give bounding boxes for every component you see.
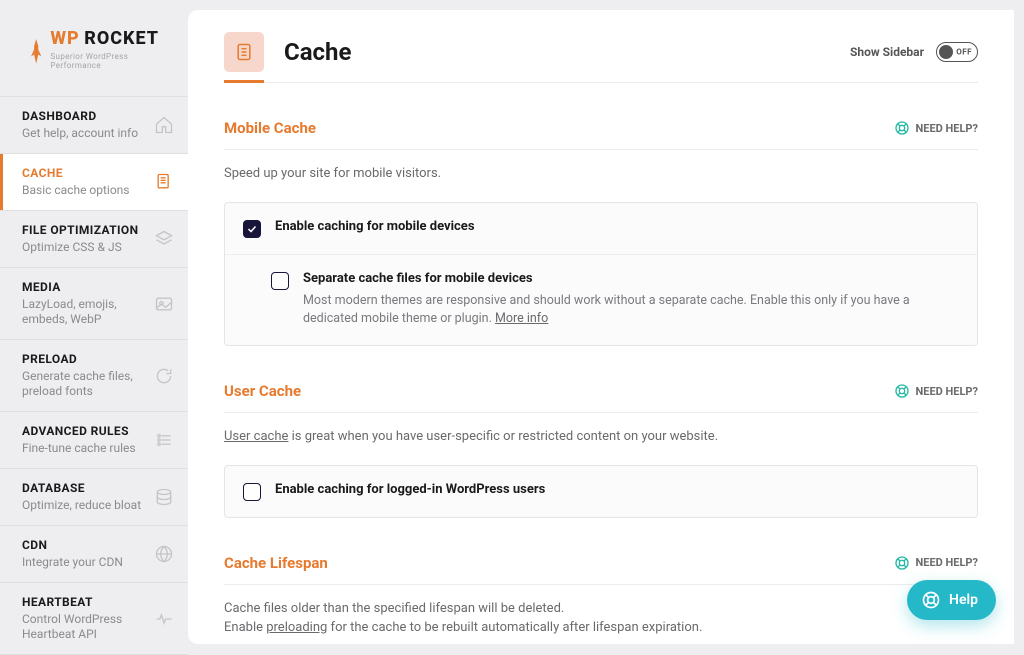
nav-sub: Optimize CSS & JS [22,240,138,255]
separate-mobile-cache-row: Separate cache files for mobile devices … [225,254,977,346]
need-help-text: NEED HELP? [916,385,979,398]
page-header: Cache Show Sidebar OFF [224,32,978,83]
nav-sub: Basic cache options [22,183,130,198]
lifebuoy-icon [894,555,910,571]
nav-label: DATABASE [22,481,141,495]
section-cache-lifespan: Cache Lifespan NEED HELP? Cache files ol… [224,554,978,645]
need-help-link[interactable]: NEED HELP? [894,383,979,399]
option-label: Enable caching for mobile devices [275,219,475,234]
nav-sub: Integrate your CDN [22,555,123,570]
database-icon [154,487,174,507]
sidebar-item-file-optimization[interactable]: FILE OPTIMIZATION Optimize CSS & JS [0,210,188,267]
brand-rocket: ROCKET [84,28,159,49]
lifebuoy-icon [921,590,941,610]
separate-mobile-cache-checkbox[interactable] [271,272,289,290]
stack-icon [154,229,174,249]
sidebar-item-heartbeat[interactable]: HEARTBEAT Control WordPress Heartbeat AP… [0,582,188,655]
need-help-link[interactable]: NEED HELP? [894,555,979,571]
sidebar-item-cache[interactable]: CACHE Basic cache options [0,153,188,210]
section-title: Mobile Cache [224,119,316,137]
option-label: Enable caching for logged-in WordPress u… [275,482,545,497]
nav-sub: Get help, account info [22,126,138,141]
option-label: Separate cache files for mobile devices [303,271,959,286]
section-title: Cache Lifespan [224,554,328,572]
nav-label: ADVANCED RULES [22,424,136,438]
globe-icon [154,544,174,564]
need-help-link[interactable]: NEED HELP? [894,120,979,136]
user-cache-link[interactable]: User cache [224,429,288,444]
sidebar-item-advanced-rules[interactable]: ADVANCED RULES Fine-tune cache rules [0,411,188,468]
enable-loggedin-caching-checkbox[interactable] [243,483,261,501]
sidebar-item-database[interactable]: DATABASE Optimize, reduce bloat [0,468,188,525]
nav-label: CACHE [22,166,130,180]
lifebuoy-icon [894,120,910,136]
need-help-text: NEED HELP? [916,122,979,135]
enable-mobile-caching-checkbox[interactable] [243,220,261,238]
need-help-text: NEED HELP? [916,556,979,569]
nav-sub: Fine-tune cache rules [22,441,136,456]
enable-mobile-caching-row: Enable caching for mobile devices [225,203,977,254]
main-panel: Cache Show Sidebar OFF Mobile Cache NEED… [188,10,1014,644]
nav-label: HEARTBEAT [22,595,154,609]
sidebar: WP ROCKET Superior WordPress Performance… [0,0,188,644]
section-desc: Speed up your site for mobile visitors. [224,164,978,184]
section-title: User Cache [224,382,301,400]
mobile-cache-options: Enable caching for mobile devices Separa… [224,202,978,347]
nav-label: MEDIA [22,280,154,294]
nav-sub: Optimize, reduce bloat [22,498,141,513]
more-info-link[interactable]: More info [495,311,548,326]
show-sidebar-label: Show Sidebar [850,45,924,59]
heartbeat-icon [154,609,174,629]
nav-label: DASHBOARD [22,109,138,123]
page-title: Cache [284,38,351,66]
brand-wp: WP [50,28,79,49]
section-mobile-cache: Mobile Cache NEED HELP? Speed up your si… [224,119,978,346]
help-float-button[interactable]: Help [907,580,996,620]
lifebuoy-icon [894,383,910,399]
help-float-label: Help [949,592,978,608]
nav-label: FILE OPTIMIZATION [22,223,138,237]
preloading-link[interactable]: preloading [266,620,327,635]
show-sidebar-toggle[interactable]: OFF [936,42,978,62]
sidebar-nav: DASHBOARD Get help, account info CACHE B… [0,96,188,655]
nav-label: CDN [22,538,123,552]
nav-sub: Generate cache files, preload fonts [22,369,154,399]
nav-sub: LazyLoad, emojis, embeds, WebP [22,297,154,327]
enable-loggedin-caching-row: Enable caching for logged-in WordPress u… [225,466,977,517]
refresh-icon [154,366,174,386]
page-cache-icon [224,32,264,72]
option-sub: Most modern themes are responsive and sh… [303,292,959,330]
section-desc: User cache is great when you have user-s… [224,427,978,447]
section-user-cache: User Cache NEED HELP? User cache is grea… [224,382,978,518]
sidebar-item-preload[interactable]: PRELOAD Generate cache files, preload fo… [0,339,188,411]
sidebar-item-cdn[interactable]: CDN Integrate your CDN [0,525,188,582]
sliders-icon [154,430,174,450]
brand-logo: WP ROCKET Superior WordPress Performance [0,30,188,96]
section-desc: Cache files older than the specified lif… [224,599,978,638]
nav-sub: Control WordPress Heartbeat API [22,612,154,642]
rocket-icon [30,39,42,64]
toggle-off-text: OFF [956,48,972,57]
home-icon [154,115,174,135]
brand-tagline: Superior WordPress Performance [50,52,166,70]
user-cache-options: Enable caching for logged-in WordPress u… [224,465,978,518]
nav-label: PRELOAD [22,352,154,366]
media-icon [154,294,174,314]
cache-icon [154,172,174,192]
sidebar-item-dashboard[interactable]: DASHBOARD Get help, account info [0,96,188,153]
sidebar-item-media[interactable]: MEDIA LazyLoad, emojis, embeds, WebP [0,267,188,339]
